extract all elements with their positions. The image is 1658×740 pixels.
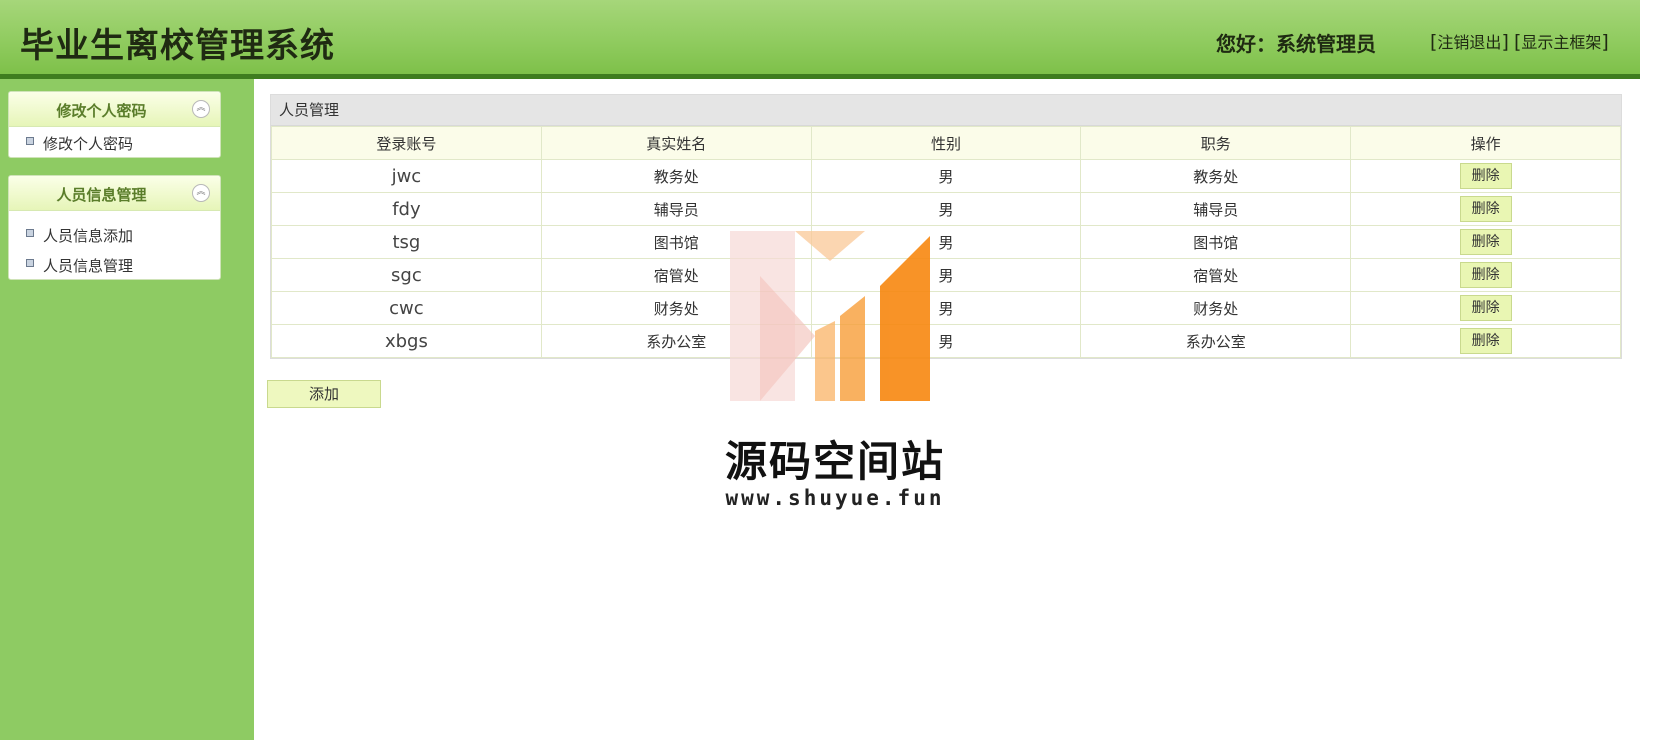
cell-account: tsg	[271, 225, 542, 259]
panel-title: 人员管理	[271, 95, 1621, 126]
cell-account: xbgs	[271, 324, 542, 358]
cell-name: 教务处	[540, 159, 812, 193]
app-title: 毕业生离校管理系统	[20, 26, 335, 66]
column-header-gender: 性别	[810, 126, 1082, 160]
double-chevron-up-icon[interactable]: ︽	[192, 184, 210, 202]
double-chevron-up-icon[interactable]: ︽	[192, 100, 210, 118]
header-bar: 毕业生离校管理系统 您好：系统管理员 [注销退出] [显示主框架]	[0, 0, 1640, 78]
delete-button[interactable]: 删除	[1459, 295, 1512, 321]
sidebar-item-label: 人员信息管理	[43, 257, 134, 275]
show-main-frame-link[interactable]: 显示主框架	[1521, 33, 1601, 52]
table-header-row: 登录账号 真实姓名 性别 职务 操作	[271, 126, 1621, 160]
delete-button[interactable]: 删除	[1459, 163, 1512, 189]
column-header-action: 操作	[1350, 126, 1621, 160]
delete-button[interactable]: 删除	[1459, 196, 1512, 222]
column-header-position: 职务	[1080, 126, 1352, 160]
cell-position: 辅导员	[1080, 192, 1352, 226]
cell-action: 删除	[1350, 192, 1621, 226]
sidebar-group-header[interactable]: 人员信息管理 ︽	[9, 176, 220, 211]
greeting-text: 您好：系统管理员	[1216, 32, 1376, 56]
cell-action: 删除	[1350, 225, 1621, 259]
cell-gender: 男	[810, 159, 1082, 193]
sidebar-item-manage-personnel[interactable]: 人员信息管理	[9, 249, 220, 279]
square-bullet-icon	[26, 229, 34, 237]
cell-account: sgc	[271, 258, 542, 292]
delete-button[interactable]: 删除	[1459, 229, 1512, 255]
cell-name: 辅导员	[540, 192, 812, 226]
sidebar-group-title: 人员信息管理	[56, 186, 147, 204]
sidebar: 修改个人密码 ︽ 修改个人密码 人员信息管理 ︽ 人员信息添加 人员信息管理	[0, 79, 254, 740]
watermark-text: 源码空间站	[724, 437, 945, 486]
watermark-url: www.shuyue.fun	[725, 486, 945, 510]
cell-account: fdy	[271, 192, 542, 226]
add-button[interactable]: 添加	[267, 380, 381, 408]
cell-position: 教务处	[1080, 159, 1352, 193]
cell-account: jwc	[271, 159, 542, 193]
cell-position: 财务处	[1080, 291, 1352, 325]
table-row: jwc 教务处 男 教务处 删除	[271, 159, 1621, 193]
cell-action: 删除	[1350, 291, 1621, 325]
sidebar-group-password: 修改个人密码 ︽ 修改个人密码	[8, 91, 221, 158]
cell-action: 删除	[1350, 258, 1621, 292]
sidebar-group-header[interactable]: 修改个人密码 ︽	[9, 92, 220, 127]
table-row: fdy 辅导员 男 辅导员 删除	[271, 192, 1621, 226]
sidebar-item-change-password[interactable]: 修改个人密码	[9, 127, 220, 157]
cell-action: 删除	[1350, 159, 1621, 193]
square-bullet-icon	[26, 259, 34, 267]
column-header-account: 登录账号	[271, 126, 542, 160]
sidebar-item-label: 修改个人密码	[43, 135, 134, 153]
header-links: [注销退出] [显示主框架]	[1430, 31, 1609, 53]
square-bullet-icon	[26, 137, 34, 145]
sidebar-item-add-personnel[interactable]: 人员信息添加	[9, 219, 220, 249]
cell-gender: 男	[810, 192, 1082, 226]
cell-account: cwc	[271, 291, 542, 325]
logout-link[interactable]: 注销退出	[1437, 33, 1501, 52]
delete-button[interactable]: 删除	[1459, 328, 1512, 354]
sidebar-group-personnel: 人员信息管理 ︽ 人员信息添加 人员信息管理	[8, 175, 221, 280]
sidebar-item-label: 人员信息添加	[43, 227, 134, 245]
sidebar-group-title: 修改个人密码	[56, 102, 147, 120]
cell-position: 图书馆	[1080, 225, 1352, 259]
cell-position: 宿管处	[1080, 258, 1352, 292]
cell-action: 删除	[1350, 324, 1621, 358]
delete-button[interactable]: 删除	[1459, 262, 1512, 288]
cell-position: 系办公室	[1080, 324, 1352, 358]
column-header-name: 真实姓名	[540, 126, 812, 160]
